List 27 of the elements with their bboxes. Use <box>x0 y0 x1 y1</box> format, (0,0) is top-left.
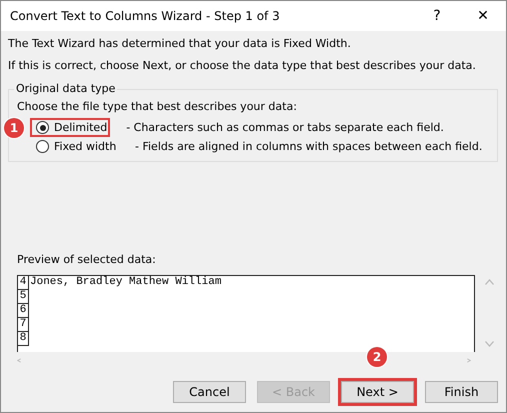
row-text: Jones, Bradley Mathew William <box>29 276 222 290</box>
prompt-text: Choose the file type that best describes your data: <box>17 100 298 113</box>
scroll-left-icon[interactable] <box>17 356 23 365</box>
row-number: 7 <box>18 318 29 332</box>
window-title: Convert Text to Columns Wizard - Step 1 of 3 <box>10 9 281 23</box>
row-number: 5 <box>18 290 29 304</box>
scroll-right-icon[interactable] <box>467 356 473 365</box>
intro-text: The Text Wizard has determined that your data is Fixed Width. <box>8 37 352 50</box>
dialog-button[interactable]: Next > <box>341 381 414 403</box>
option-description: - Fields are aligned in columns with spaces between each field. <box>134 140 482 153</box>
row-number: 8 <box>18 332 29 346</box>
help-button[interactable]: ? <box>414 1 460 31</box>
group-title: Original data type <box>14 82 118 95</box>
scroll-down-icon[interactable] <box>485 341 494 347</box>
radio-option[interactable]: Fixed width <box>33 140 123 153</box>
preview-label: Preview of selected data: <box>17 253 157 266</box>
step-badge: 2 <box>367 347 387 367</box>
step-badge: 1 <box>4 118 24 138</box>
close-button[interactable]: ✕ <box>460 1 506 31</box>
option-description: - Characters such as commas or tabs separate each field. <box>125 121 444 134</box>
row-number: 6 <box>18 304 29 318</box>
scroll-up-icon[interactable] <box>485 279 494 285</box>
dialog-button[interactable]: Cancel <box>173 381 246 403</box>
row-number: 4 <box>18 276 29 290</box>
dialog-button[interactable]: Finish <box>425 381 498 403</box>
radio-option[interactable]: Delimited <box>33 121 108 134</box>
intro-text: If this is correct, choose Next, or choose the data type that best describes your data. <box>8 59 477 72</box>
